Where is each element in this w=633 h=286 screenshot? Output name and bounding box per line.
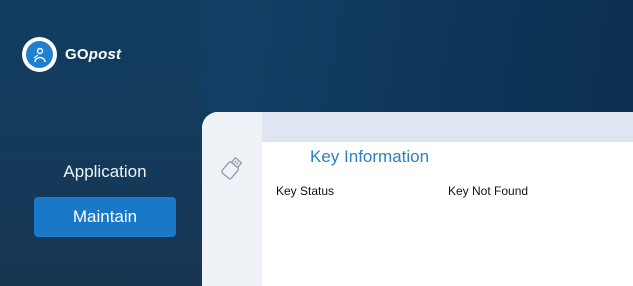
sidebar-item-maintain[interactable]: Maintain xyxy=(34,197,176,237)
sidebar-item-label: Application xyxy=(63,162,147,181)
gopost-logo-icon xyxy=(22,37,57,72)
sidebar-item-label: Maintain xyxy=(72,207,138,226)
app-name-prefix: GO xyxy=(65,46,89,63)
content-panel: Key Information Key Status Key Not Found xyxy=(202,112,633,286)
app-name: GOpost xyxy=(65,46,121,63)
section-title: Key Information xyxy=(310,147,430,166)
sidebar-item-application[interactable]: Application xyxy=(34,152,176,192)
app-name-suffix: post xyxy=(88,46,122,63)
content-header-band xyxy=(202,112,633,142)
sidebar: GOpost Application Maintain xyxy=(0,0,202,286)
key-status-value: Key Not Found xyxy=(448,184,529,198)
icon-column xyxy=(202,112,262,286)
key-status-label: Key Status xyxy=(276,184,335,198)
app-logo: GOpost xyxy=(22,37,121,72)
usb-key-icon[interactable] xyxy=(219,155,245,181)
